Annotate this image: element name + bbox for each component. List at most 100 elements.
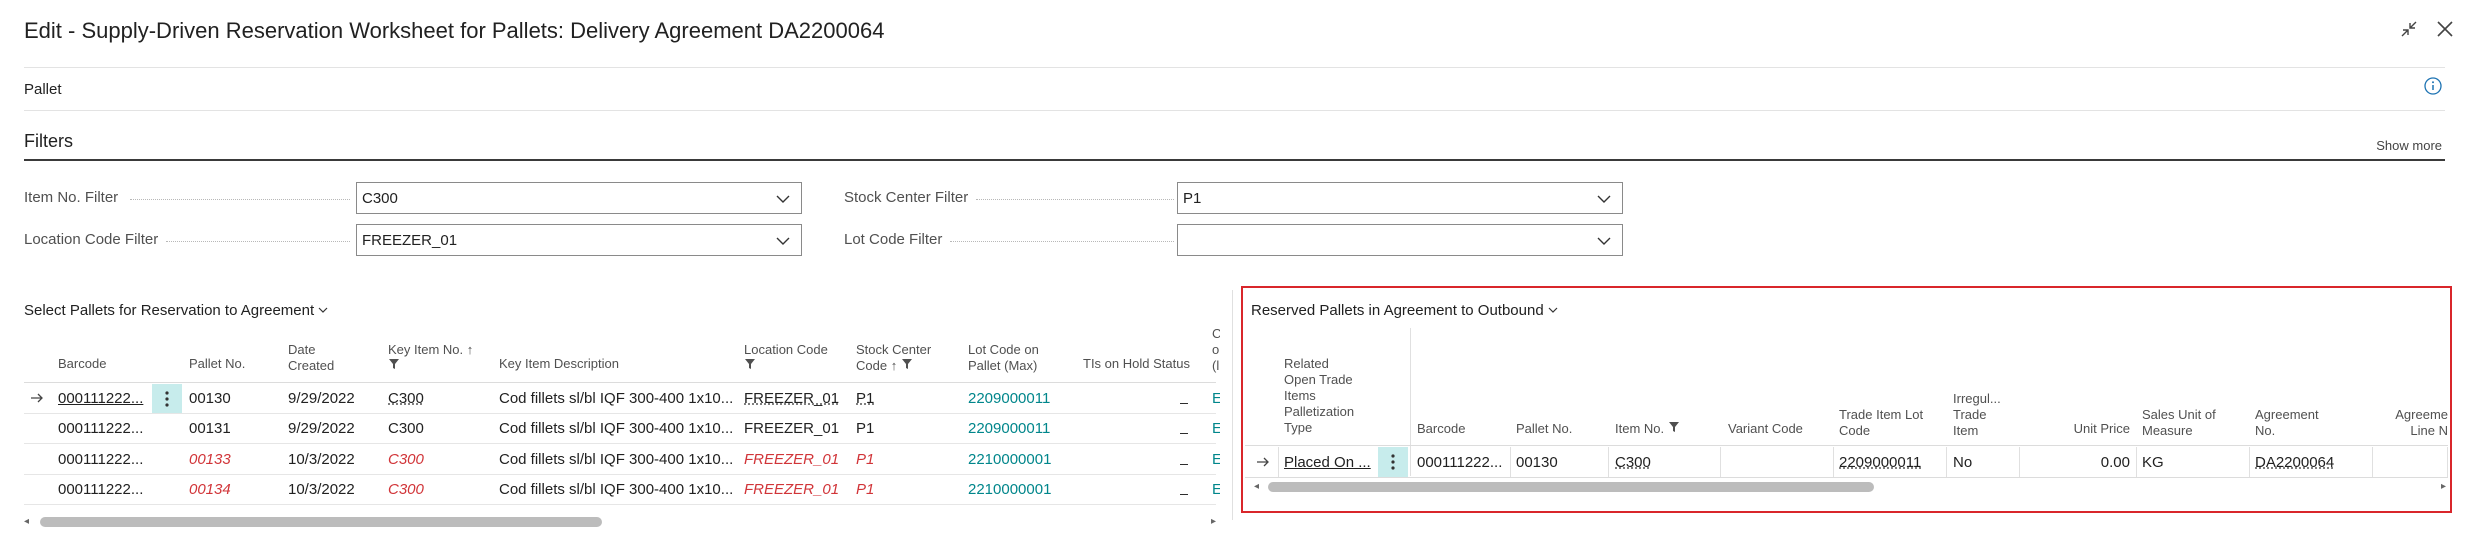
close-button[interactable]: [2430, 14, 2460, 44]
col-header-irregular-trade-item[interactable]: Irregul... Trade Item: [1953, 391, 2001, 439]
location-code-cell[interactable]: FREEZER_01: [744, 420, 839, 437]
stock-center-cell[interactable]: P1: [856, 451, 874, 468]
row-actions-button[interactable]: [152, 384, 182, 414]
col-header-trade-item-lot-code[interactable]: Trade Item Lot Code: [1839, 407, 1923, 439]
item-no-cell[interactable]: C300: [1615, 454, 1651, 471]
horizontal-scrollbar[interactable]: ◂ ▸: [1254, 480, 2446, 494]
col-header-tis-on-hold-status[interactable]: TIs on Hold Status: [1083, 356, 1190, 372]
col-header-agreement-no[interactable]: Agreement No.: [2255, 407, 2319, 439]
col-header-irregular-line1: Irregul...: [1953, 391, 2001, 406]
scroll-right-icon[interactable]: ▸: [1211, 516, 1216, 527]
col-header-variant-code[interactable]: Variant Code: [1728, 421, 1803, 437]
scroll-left-icon[interactable]: ◂: [24, 516, 29, 527]
col-header-barcode[interactable]: Barcode: [1417, 421, 1465, 437]
key-item-description-cell: Cod fillets sl/bl IQF 300-400 1x10...: [499, 481, 734, 498]
more-vertical-icon: [165, 391, 169, 407]
col-header-key-item-no-text: Key Item No.: [388, 342, 464, 357]
irregular-trade-item-cell[interactable]: No: [1953, 454, 1972, 471]
col-header-barcode[interactable]: Barcode: [58, 356, 106, 372]
item-no-filter-input[interactable]: C300: [356, 182, 802, 214]
chevron-down-icon: [1597, 195, 1611, 203]
barcode-cell[interactable]: 000111222...: [58, 451, 150, 468]
scroll-right-icon[interactable]: ▸: [2441, 481, 2446, 492]
date-created-cell: 10/3/2022: [288, 451, 355, 468]
horizontal-scrollbar[interactable]: ◂ ▸: [24, 515, 1216, 529]
col-header-sales-unit-line2: Measure: [2142, 423, 2193, 438]
lot-code-filter-label: Lot Code Filter: [844, 231, 943, 248]
stock-center-cell[interactable]: P1: [856, 481, 874, 498]
agreement-no-cell[interactable]: DA2200064: [2255, 454, 2334, 471]
cut-off-cell: E: [1212, 481, 1220, 498]
show-more-link[interactable]: Show more: [2376, 138, 2442, 153]
col-header-pallet-no[interactable]: Pallet No.: [189, 356, 245, 372]
col-header-lot-code-on-pallet[interactable]: Lot Code on Pallet (Max): [968, 342, 1039, 374]
col-header-unit-price[interactable]: Unit Price: [2030, 421, 2130, 437]
scrollbar-thumb[interactable]: [40, 517, 602, 527]
date-created-cell: 9/29/2022: [288, 420, 355, 437]
pallet-no-cell[interactable]: 00130: [1516, 454, 1558, 471]
col-header-location-code-text: Location Code: [744, 342, 828, 357]
unit-price-cell[interactable]: 0.00: [2030, 454, 2130, 471]
row-divider: [24, 504, 1216, 505]
lot-code-cell[interactable]: 2209000011: [968, 390, 1050, 407]
col-header-stock-center-code[interactable]: Stock Center Code ↑: [856, 342, 931, 374]
key-item-no-cell[interactable]: C300: [388, 481, 424, 498]
lot-code-filter-input[interactable]: [1177, 224, 1623, 256]
col-header-location-code[interactable]: Location Code: [744, 342, 828, 374]
lot-code-cell[interactable]: 2210000001: [968, 451, 1051, 468]
location-code-cell[interactable]: FREEZER_01: [744, 481, 839, 498]
page-subtitle: Pallet: [24, 81, 62, 98]
reserved-pallets-part-title[interactable]: Reserved Pallets in Agreement to Outboun…: [1251, 302, 1558, 319]
key-item-no-cell[interactable]: C300: [388, 390, 424, 407]
location-code-filter-input[interactable]: FREEZER_01: [356, 224, 802, 256]
col-header-irregular-line2: Trade: [1953, 407, 1987, 422]
reserved-pallets-highlight: [1241, 286, 2452, 513]
key-item-no-cell[interactable]: C300: [388, 420, 424, 437]
select-pallets-part-title[interactable]: Select Pallets for Reservation to Agreem…: [24, 302, 328, 319]
palletization-type-cell[interactable]: Placed On ...: [1284, 454, 1378, 471]
key-item-description-cell: Cod fillets sl/bl IQF 300-400 1x10...: [499, 420, 734, 437]
sort-ascending-icon: ↑: [890, 358, 898, 373]
lot-code-cell[interactable]: 2210000001: [968, 481, 1051, 498]
col-header-sales-unit-of-measure[interactable]: Sales Unit of Measure: [2142, 407, 2216, 439]
col-header-irregular-line3: Item: [1953, 423, 1979, 438]
barcode-cell[interactable]: 000111222...: [58, 390, 150, 407]
cell-divider: [2249, 447, 2250, 477]
scrollbar-thumb[interactable]: [1268, 482, 1874, 492]
barcode-cell[interactable]: 000111222...: [58, 481, 150, 498]
info-icon: [2424, 77, 2442, 95]
col-header-agreement-line-no[interactable]: Agreeme Line N: [2378, 407, 2448, 439]
stock-center-filter-input[interactable]: P1: [1177, 182, 1623, 214]
col-header-palletization-type[interactable]: Related Open Trade Items Palletization T…: [1284, 356, 1354, 436]
tis-on-hold-cell: _: [1180, 418, 1189, 435]
col-header-key-item-no[interactable]: Key Item No. ↑: [388, 342, 473, 374]
collapse-icon: [2401, 21, 2417, 37]
filters-heading: Filters: [24, 131, 73, 151]
trade-item-lot-code-cell[interactable]: 2209000011: [1839, 454, 1921, 471]
col-header-pallet-no[interactable]: Pallet No.: [1516, 421, 1572, 437]
filter-icon: [901, 359, 912, 369]
tis-on-hold-cell: _: [1180, 388, 1189, 405]
location-code-cell[interactable]: FREEZER_01: [744, 390, 839, 407]
col-header-lot-code-line1: Lot Code on: [968, 342, 1039, 357]
location-code-cell[interactable]: FREEZER_01: [744, 451, 839, 468]
row-actions-button[interactable]: [1378, 447, 1408, 477]
col-header-date-created[interactable]: Date Created: [288, 342, 334, 374]
date-created-cell: 10/3/2022: [288, 481, 355, 498]
scroll-left-icon[interactable]: ◂: [1254, 481, 1259, 492]
stock-center-cell[interactable]: P1: [856, 420, 874, 437]
collapse-button[interactable]: [2394, 14, 2424, 44]
info-button[interactable]: [2423, 76, 2443, 96]
key-item-no-cell[interactable]: C300: [388, 451, 424, 468]
sales-unit-of-measure-cell[interactable]: KG: [2142, 454, 2164, 471]
chevron-down-icon: [1597, 237, 1611, 245]
col-header-item-no[interactable]: Item No.: [1615, 421, 1680, 437]
col-header-key-item-description[interactable]: Key Item Description: [499, 356, 619, 372]
col-header-cut-off[interactable]: C o (l: [1212, 326, 1220, 374]
arrow-right-icon: [1257, 457, 1269, 467]
col-header-lot-line2: Code: [1839, 423, 1871, 438]
barcode-cell[interactable]: 000111222...: [58, 420, 150, 437]
lot-code-cell[interactable]: 2209000011: [968, 420, 1050, 437]
row-divider: [1245, 477, 2448, 478]
stock-center-cell[interactable]: P1: [856, 390, 874, 407]
